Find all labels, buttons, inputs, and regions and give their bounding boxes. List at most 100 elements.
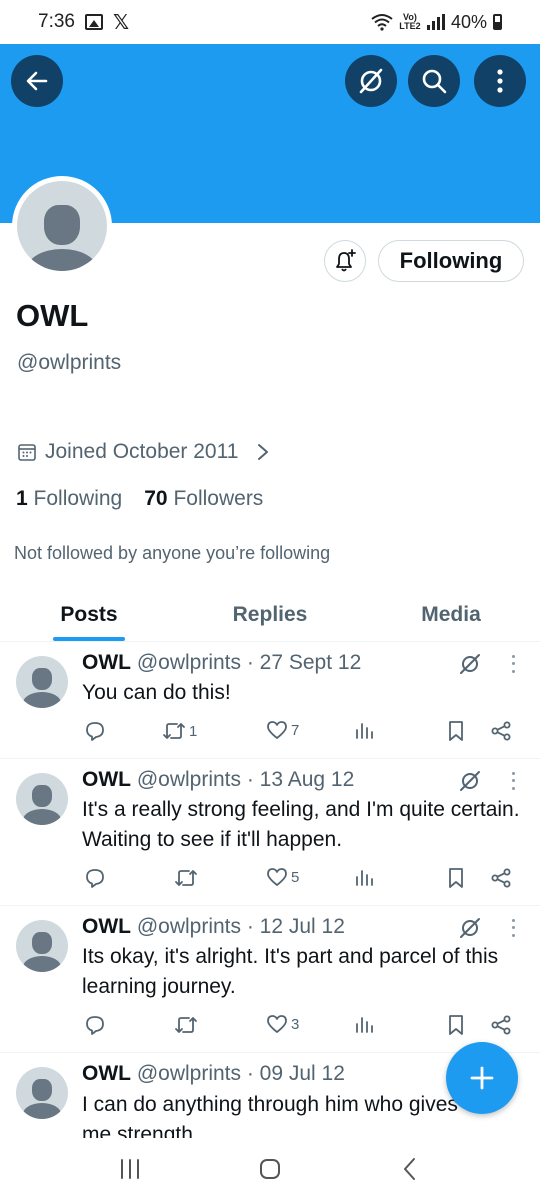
followers-count-link[interactable]: 70 Followers	[144, 487, 263, 511]
like-button[interactable]: 3	[266, 1014, 299, 1034]
home-icon	[260, 1158, 280, 1179]
post-author-name[interactable]: OWL	[82, 651, 131, 674]
bookmark-button[interactable]	[447, 720, 465, 742]
post-text: I can do anything through him who gives …	[82, 1093, 458, 1138]
views-button[interactable]	[354, 720, 374, 740]
heart-icon	[267, 721, 287, 739]
post-avatar[interactable]	[16, 773, 68, 825]
more-vertical-icon	[497, 69, 503, 93]
post-avatar[interactable]	[16, 1067, 68, 1119]
tab-replies[interactable]: Replies	[178, 588, 362, 641]
tab-media-label: Media	[421, 602, 481, 626]
home-button[interactable]	[240, 1149, 300, 1189]
reply-button[interactable]	[84, 720, 106, 742]
calendar-icon	[18, 444, 36, 461]
following-count: 1	[16, 487, 28, 510]
post-header: OWL @owlprints · 13 Aug 12	[82, 768, 354, 792]
views-icon	[356, 1017, 373, 1033]
following-count-link[interactable]: 1 Following	[16, 487, 122, 511]
bookmark-icon	[449, 1015, 463, 1035]
joined-date[interactable]: Joined October 2011	[17, 440, 270, 464]
post-actions: 3	[82, 1014, 522, 1040]
post-header: OWL @owlprints · 12 Jul 12	[82, 915, 345, 939]
reply-icon	[86, 869, 104, 888]
retweet-button[interactable]: 1	[162, 720, 197, 742]
tab-replies-label: Replies	[232, 602, 308, 626]
active-tab-indicator	[53, 637, 125, 641]
status-bar: 7:36 𝕏 Vo) LTE2 40%	[0, 0, 540, 44]
grok-button[interactable]	[345, 55, 397, 107]
grok-icon[interactable]	[458, 652, 482, 676]
bookmark-button[interactable]	[447, 1014, 465, 1036]
status-time: 7:36	[38, 11, 75, 32]
bookmark-button[interactable]	[447, 867, 465, 889]
search-button[interactable]	[408, 55, 460, 107]
back-button[interactable]	[11, 55, 63, 107]
tab-posts[interactable]: Posts	[0, 588, 178, 641]
tab-posts-label: Posts	[60, 602, 118, 626]
post-item[interactable]: OWL @owlprints · 27 Sept 12 You can do t…	[0, 643, 540, 759]
like-count: 3	[291, 1015, 300, 1033]
post-meta: @owlprints · 12 Jul 12	[136, 915, 345, 938]
post-item[interactable]: OWL @owlprints · 13 Aug 12 It's a really…	[0, 760, 540, 906]
post-text: It's a really strong feeling, and I'm qu…	[82, 798, 520, 851]
post-meta: @owlprints · 13 Aug 12	[136, 768, 355, 791]
bell-plus-icon	[336, 249, 356, 272]
retweet-icon	[175, 1017, 197, 1033]
following-button[interactable]: Following	[378, 240, 524, 282]
signal-icon	[426, 14, 445, 30]
recent-apps-button[interactable]	[100, 1149, 160, 1189]
views-icon	[356, 870, 373, 886]
notifications-bell-button[interactable]	[324, 240, 366, 282]
grok-icon	[359, 68, 383, 94]
compose-post-button[interactable]	[446, 1042, 518, 1114]
post-more-button[interactable]	[508, 770, 518, 792]
retweet-button[interactable]	[174, 1014, 201, 1036]
profile-tabs: Posts Replies Media	[0, 588, 540, 642]
profile-avatar[interactable]	[12, 176, 112, 276]
like-count: 5	[291, 868, 300, 886]
plus-icon	[470, 1066, 494, 1090]
post-author-name[interactable]: OWL	[82, 1062, 131, 1085]
followers-label: Followers	[173, 487, 264, 510]
battery-icon	[493, 14, 502, 30]
profile-handle: @owlprints	[17, 351, 122, 374]
grok-icon[interactable]	[458, 916, 482, 940]
share-icon	[491, 1015, 511, 1035]
views-button[interactable]	[354, 1014, 374, 1034]
like-button[interactable]: 5	[266, 867, 299, 887]
heart-icon	[267, 868, 287, 886]
post-item[interactable]: OWL @owlprints · 12 Jul 12 Its okay, it'…	[0, 907, 540, 1053]
profile-name: OWL	[16, 298, 89, 333]
views-icon	[356, 723, 373, 739]
post-more-button[interactable]	[508, 653, 518, 675]
reply-button[interactable]	[84, 867, 106, 889]
retweet-icon	[163, 723, 185, 739]
recent-apps-icon	[121, 1158, 139, 1179]
status-left: 7:36 𝕏	[38, 10, 129, 35]
retweet-icon	[175, 870, 197, 886]
reply-button[interactable]	[84, 1014, 106, 1036]
share-button[interactable]	[490, 720, 512, 742]
gallery-icon	[84, 14, 103, 30]
post-text: You can do this!	[82, 681, 231, 704]
reply-icon	[86, 1016, 104, 1035]
following-label: Following	[33, 487, 123, 510]
post-author-name[interactable]: OWL	[82, 768, 131, 791]
grok-icon[interactable]	[458, 769, 482, 793]
post-avatar[interactable]	[16, 656, 68, 708]
post-author-name[interactable]: OWL	[82, 915, 131, 938]
wifi-icon	[371, 14, 393, 31]
tab-media[interactable]: Media	[362, 588, 540, 641]
status-right: Vo) LTE2 40%	[371, 12, 502, 33]
retweet-button[interactable]	[174, 867, 201, 889]
like-button[interactable]: 7	[266, 720, 299, 740]
system-back-button[interactable]	[380, 1149, 440, 1189]
post-more-button[interactable]	[508, 917, 518, 939]
chevron-right-icon	[258, 444, 269, 460]
post-avatar[interactable]	[16, 920, 68, 972]
views-button[interactable]	[354, 867, 374, 887]
share-button[interactable]	[490, 1014, 512, 1036]
more-options-button[interactable]	[474, 55, 526, 107]
share-button[interactable]	[490, 867, 512, 889]
